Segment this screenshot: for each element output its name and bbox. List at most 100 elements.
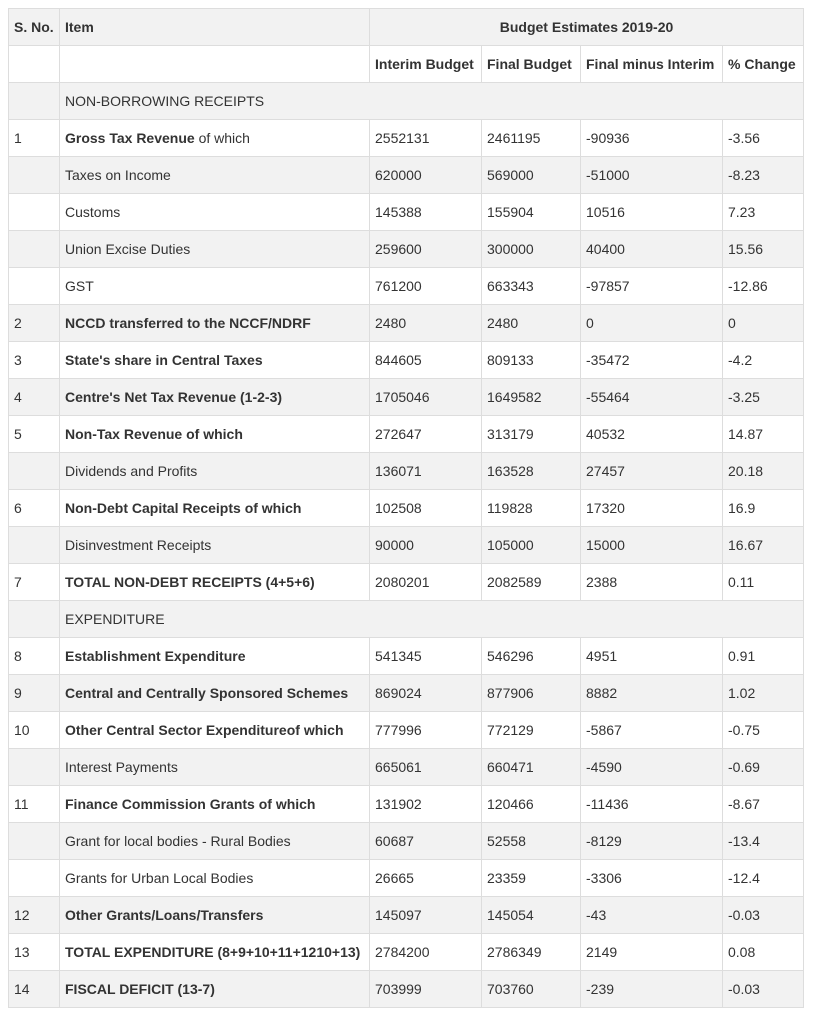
percent-change-cell: 0.11: [721, 563, 805, 601]
item-cell: Non-Debt Capital Receipts of which: [59, 489, 370, 527]
item-cell: Disinvestment Receipts: [59, 526, 370, 564]
item-label: Establishment Expenditure: [65, 648, 246, 664]
item-cell: NCCD transferred to the NCCF/NDRF: [59, 304, 370, 342]
item-cell: Non-Tax Revenue of which: [59, 415, 370, 453]
final-minus-interim-cell: -35472: [580, 341, 723, 379]
item-label: Taxes on Income: [65, 167, 171, 183]
item-label: Non-Tax Revenue of which: [65, 426, 243, 442]
item-label: Other Central Sector Expenditureof which: [65, 722, 344, 738]
table-row: 8 Establishment Expenditure 541345 546296 49…: [8, 637, 805, 675]
table-row: 9 Central and Centrally Sponsored Schemes…: [8, 674, 805, 712]
item-label: Finance Commission Grants of which: [65, 796, 316, 812]
interim-budget-cell: 777996: [369, 711, 482, 749]
table-row: 1 Gross Tax Revenue of which 2552131 246119…: [8, 119, 805, 157]
item-label: Dividends and Profits: [65, 463, 198, 479]
item-label: Grants for Urban Local Bodies: [65, 870, 254, 886]
final-minus-interim-cell: 17320: [580, 489, 723, 527]
item-label: GST: [65, 278, 94, 294]
final-minus-interim-cell: -239: [580, 970, 723, 1008]
final-minus-interim-cell: -51000: [580, 156, 723, 194]
final-budget-cell: 877906: [481, 674, 581, 712]
percent-change-cell: -0.69: [721, 748, 805, 786]
sno-cell: [8, 600, 60, 638]
table-row: Grant for local bodies - Rural Bodies 606…: [8, 822, 805, 860]
table-row: 11 Finance Commission Grants of which 1319…: [8, 785, 805, 823]
interim-budget-cell: 26665: [369, 859, 482, 897]
final-minus-interim-cell: -8129: [580, 822, 723, 860]
final-budget-cell: 660471: [481, 748, 581, 786]
item-cell: Grants for Urban Local Bodies: [59, 859, 370, 897]
table-row: 10 Other Central Sector Expenditureof whi…: [8, 711, 805, 749]
percent-change-cell: -3.25: [721, 378, 805, 416]
section-row: EXPENDITURE: [8, 600, 805, 638]
final-budget-cell: 145054: [481, 896, 581, 934]
final-budget-cell: 2082589: [481, 563, 581, 601]
percent-change-cell: 15.56: [721, 230, 805, 268]
final-minus-interim-cell: 4951: [580, 637, 723, 675]
item-label: Gross Tax Revenue: [65, 130, 195, 146]
table-row: 7 TOTAL NON-DEBT RECEIPTS (4+5+6) 2080201 2…: [8, 563, 805, 601]
final-minus-interim-header: Final minus Interim: [580, 45, 723, 83]
percent-change-header: % Change: [721, 45, 805, 83]
percent-change-cell: -3.56: [721, 119, 805, 157]
sno-cell: 9: [8, 674, 60, 712]
interim-budget-cell: 703999: [369, 970, 482, 1008]
item-cell: Union Excise Duties: [59, 230, 370, 268]
final-budget-cell: 2480: [481, 304, 581, 342]
item-cell: Other Grants/Loans/Transfers: [59, 896, 370, 934]
final-budget-cell: 663343: [481, 267, 581, 305]
table-row: 2 NCCD transferred to the NCCF/NDRF 2480 24…: [8, 304, 805, 342]
percent-change-cell: 16.9: [721, 489, 805, 527]
item-label: TOTAL EXPENDITURE (8+9+10+11+1210+13): [65, 944, 361, 960]
percent-change-cell: 0.91: [721, 637, 805, 675]
item-cell: Gross Tax Revenue of which: [59, 119, 370, 157]
table-row: Union Excise Duties 259600 300000 40400 15.5…: [8, 230, 805, 268]
interim-budget-cell: 145388: [369, 193, 482, 231]
item-cell: Central and Centrally Sponsored Schemes: [59, 674, 370, 712]
table-header: S. No. Item Budget Estimates 2019-20: [8, 8, 805, 46]
item-cell: Centre's Net Tax Revenue (1-2-3): [59, 378, 370, 416]
item-cell: FISCAL DEFICIT (13-7): [59, 970, 370, 1008]
interim-budget-cell: 102508: [369, 489, 482, 527]
final-minus-interim-cell: -43: [580, 896, 723, 934]
interim-budget-cell: 1705046: [369, 378, 482, 416]
table-row: 3 State's share in Central Taxes 844605 809…: [8, 341, 805, 379]
final-minus-interim-cell: -5867: [580, 711, 723, 749]
final-budget-cell: 809133: [481, 341, 581, 379]
item-cell: Dividends and Profits: [59, 452, 370, 490]
item-label: Grant for local bodies - Rural Bodies: [65, 833, 291, 849]
budget-table: S. No. Item Budget Estimates 2019-20 Int…: [8, 8, 805, 1008]
sno-cell: 13: [8, 933, 60, 971]
interim-budget-cell: 90000: [369, 526, 482, 564]
interim-budget-cell: 844605: [369, 341, 482, 379]
item-cell: Other Central Sector Expenditureof which: [59, 711, 370, 749]
sno-cell: [8, 82, 60, 120]
item-label: Customs: [65, 204, 121, 220]
sno-cell: 11: [8, 785, 60, 823]
interim-budget-cell: 131902: [369, 785, 482, 823]
percent-change-cell: -12.86: [721, 267, 805, 305]
table-row: GST 761200 663343 -97857 -12.86: [8, 267, 805, 305]
sno-cell: 10: [8, 711, 60, 749]
final-minus-interim-cell: 15000: [580, 526, 723, 564]
interim-budget-cell: 272647: [369, 415, 482, 453]
table-row: 12 Other Grants/Loans/Transfers 145097 1450…: [8, 896, 805, 934]
table-body: Interim Budget Final Budget Final minus …: [8, 45, 805, 1008]
item-label: FISCAL DEFICIT (13-7): [65, 981, 215, 997]
sno-cell: [8, 748, 60, 786]
interim-budget-cell: 869024: [369, 674, 482, 712]
item-cell: Customs: [59, 193, 370, 231]
item-cell: Finance Commission Grants of which: [59, 785, 370, 823]
final-minus-interim-cell: -4590: [580, 748, 723, 786]
final-minus-interim-cell: -11436: [580, 785, 723, 823]
item-label: Centre's Net Tax Revenue (1-2-3): [65, 389, 283, 405]
interim-budget-cell: 145097: [369, 896, 482, 934]
sno-cell: [8, 193, 60, 231]
item-cell: State's share in Central Taxes: [59, 341, 370, 379]
sno-cell: 4: [8, 378, 60, 416]
item-label-suffix: of which: [194, 130, 250, 146]
item-label: Interest Payments: [65, 759, 178, 775]
percent-change-cell: -0.75: [721, 711, 805, 749]
item-label: Central and Centrally Sponsored Schemes: [65, 685, 349, 701]
sno-cell: [8, 267, 60, 305]
